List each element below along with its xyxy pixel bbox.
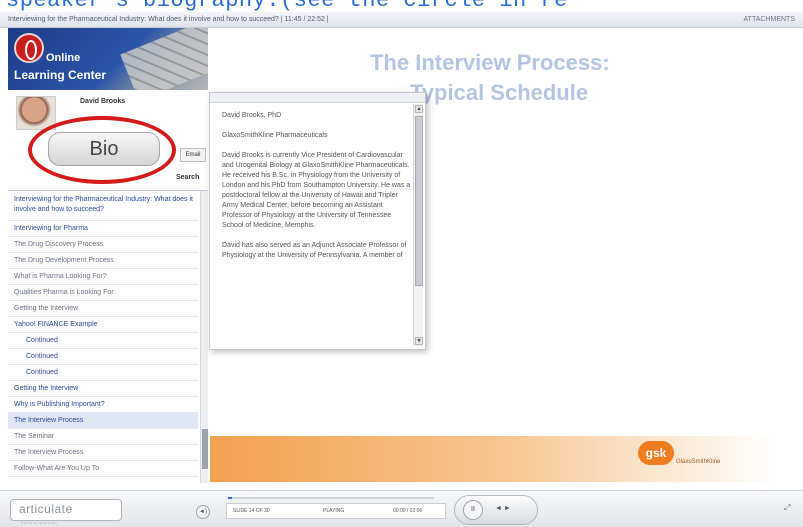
online-learning-center-logo: Online Learning Center bbox=[8, 28, 208, 90]
slide-outline: Interviewing for the Pharmaceutical Indu… bbox=[8, 190, 208, 483]
bio-popup-header bbox=[210, 93, 425, 103]
outline-item[interactable]: Getting the Interview bbox=[8, 381, 198, 397]
pause-button[interactable]: II bbox=[463, 500, 483, 520]
slide-title-line-2: Typical Schedule bbox=[410, 80, 589, 105]
prev-next-buttons[interactable]: ◄ ► bbox=[495, 505, 511, 512]
highlight-circle bbox=[28, 116, 176, 184]
outline-item[interactable]: The Drug Development Process bbox=[8, 253, 198, 269]
caption-text: speaker's biography.(see the circle in r… bbox=[6, 0, 803, 12]
logo-subtext: RAPID E-LEARNING bbox=[21, 521, 58, 525]
slide-title-line-1: The Interview Process: bbox=[370, 50, 610, 75]
search-button[interactable]: Search bbox=[176, 174, 199, 181]
bio-name: David Brooks, PhD bbox=[222, 112, 282, 119]
player-controls-bar: articulate RAPID E-LEARNING ◄) SLIDE 14 … bbox=[0, 490, 803, 527]
bio-company: GlaxoSmithKline Pharmaceuticals bbox=[222, 132, 328, 139]
scroll-up-arrow-icon[interactable]: ▲ bbox=[415, 105, 423, 113]
outline-item[interactable]: Continued bbox=[8, 365, 198, 381]
bio-scroll-thumb[interactable] bbox=[415, 116, 423, 286]
articulate-logo: articulate RAPID E-LEARNING bbox=[10, 499, 122, 525]
time-readout: 00:00 / 02:06 bbox=[393, 508, 423, 514]
bio-paragraph: David Brooks is currently Vice President… bbox=[222, 152, 411, 229]
play-state: PLAYING bbox=[323, 508, 345, 514]
gsk-badge: gsk bbox=[638, 441, 674, 465]
attachments-button[interactable]: ATTACHMENTS bbox=[744, 16, 795, 23]
scroll-down-arrow-icon[interactable]: ▼ bbox=[415, 337, 423, 345]
outline-item[interactable]: Continued bbox=[8, 333, 198, 349]
outline-item[interactable]: Qualities Pharma is Looking For bbox=[8, 285, 198, 301]
status-display: SLIDE 14 OF 30 PLAYING 00:00 / 02:06 bbox=[226, 503, 446, 519]
sidebar: Online Learning Center David Brooks Bio … bbox=[8, 28, 208, 483]
bio-text: David Brooks, PhD GlaxoSmithKline Pharma… bbox=[222, 111, 412, 271]
volume-icon[interactable]: ◄) bbox=[196, 505, 210, 519]
presenter-panel: David Brooks Bio Email Search bbox=[8, 90, 208, 190]
outline-scrollbar[interactable] bbox=[200, 191, 208, 483]
outline-item[interactable]: Getting the Interview bbox=[8, 301, 198, 317]
outline-item[interactable]: Continued bbox=[8, 349, 198, 365]
email-button[interactable]: Email bbox=[180, 148, 206, 162]
outline-item[interactable]: The Interview Process bbox=[8, 445, 198, 461]
outline-item[interactable]: What is Pharma Looking For? bbox=[8, 269, 198, 285]
logo-line-2: Learning Center bbox=[14, 68, 107, 82]
slide-counter: SLIDE 14 OF 30 bbox=[233, 508, 270, 514]
bio-popup: David Brooks, PhD GlaxoSmithKline Pharma… bbox=[209, 92, 426, 350]
outline-item[interactable]: The Drug Discovery Process bbox=[8, 237, 198, 253]
gsk-logo: gsk GlaxoSmithKline bbox=[638, 441, 778, 477]
outline-item[interactable]: Follow-What Are You Up To bbox=[8, 461, 198, 477]
gsk-name: GlaxoSmithKline bbox=[676, 459, 721, 465]
bio-scrollbar[interactable]: ▲ ▼ bbox=[413, 104, 423, 346]
outline-scroll-thumb[interactable] bbox=[202, 429, 208, 469]
bio-paragraph: David has also served as an Adjunct Asso… bbox=[222, 242, 407, 259]
outline-item[interactable]: The Seminar bbox=[8, 429, 198, 445]
presenter-name: David Brooks bbox=[80, 98, 126, 105]
outline-item[interactable]: Interviewing for the Pharmaceutical Indu… bbox=[8, 191, 198, 221]
playback-controls: II ◄ ► bbox=[454, 495, 538, 525]
outline-item[interactable]: Interviewing for Pharma bbox=[8, 221, 198, 237]
seal-icon bbox=[14, 33, 44, 63]
progress-bar[interactable] bbox=[228, 497, 434, 499]
logo-line-1: Online bbox=[46, 52, 81, 64]
progress-fill bbox=[228, 497, 233, 499]
outline-item[interactable]: Why is Publishing Important? bbox=[8, 397, 198, 413]
title-bar: Interviewing for the Pharmaceutical Indu… bbox=[0, 12, 803, 28]
keyboard-image bbox=[120, 28, 208, 90]
outline-item-current[interactable]: The Interview Process bbox=[8, 413, 198, 429]
expand-icon[interactable]: ⤢ bbox=[784, 503, 790, 513]
outline-item[interactable]: Yahoo! FINANCE Example bbox=[8, 317, 198, 333]
presentation-title: Interviewing for the Pharmaceutical Indu… bbox=[8, 16, 329, 23]
